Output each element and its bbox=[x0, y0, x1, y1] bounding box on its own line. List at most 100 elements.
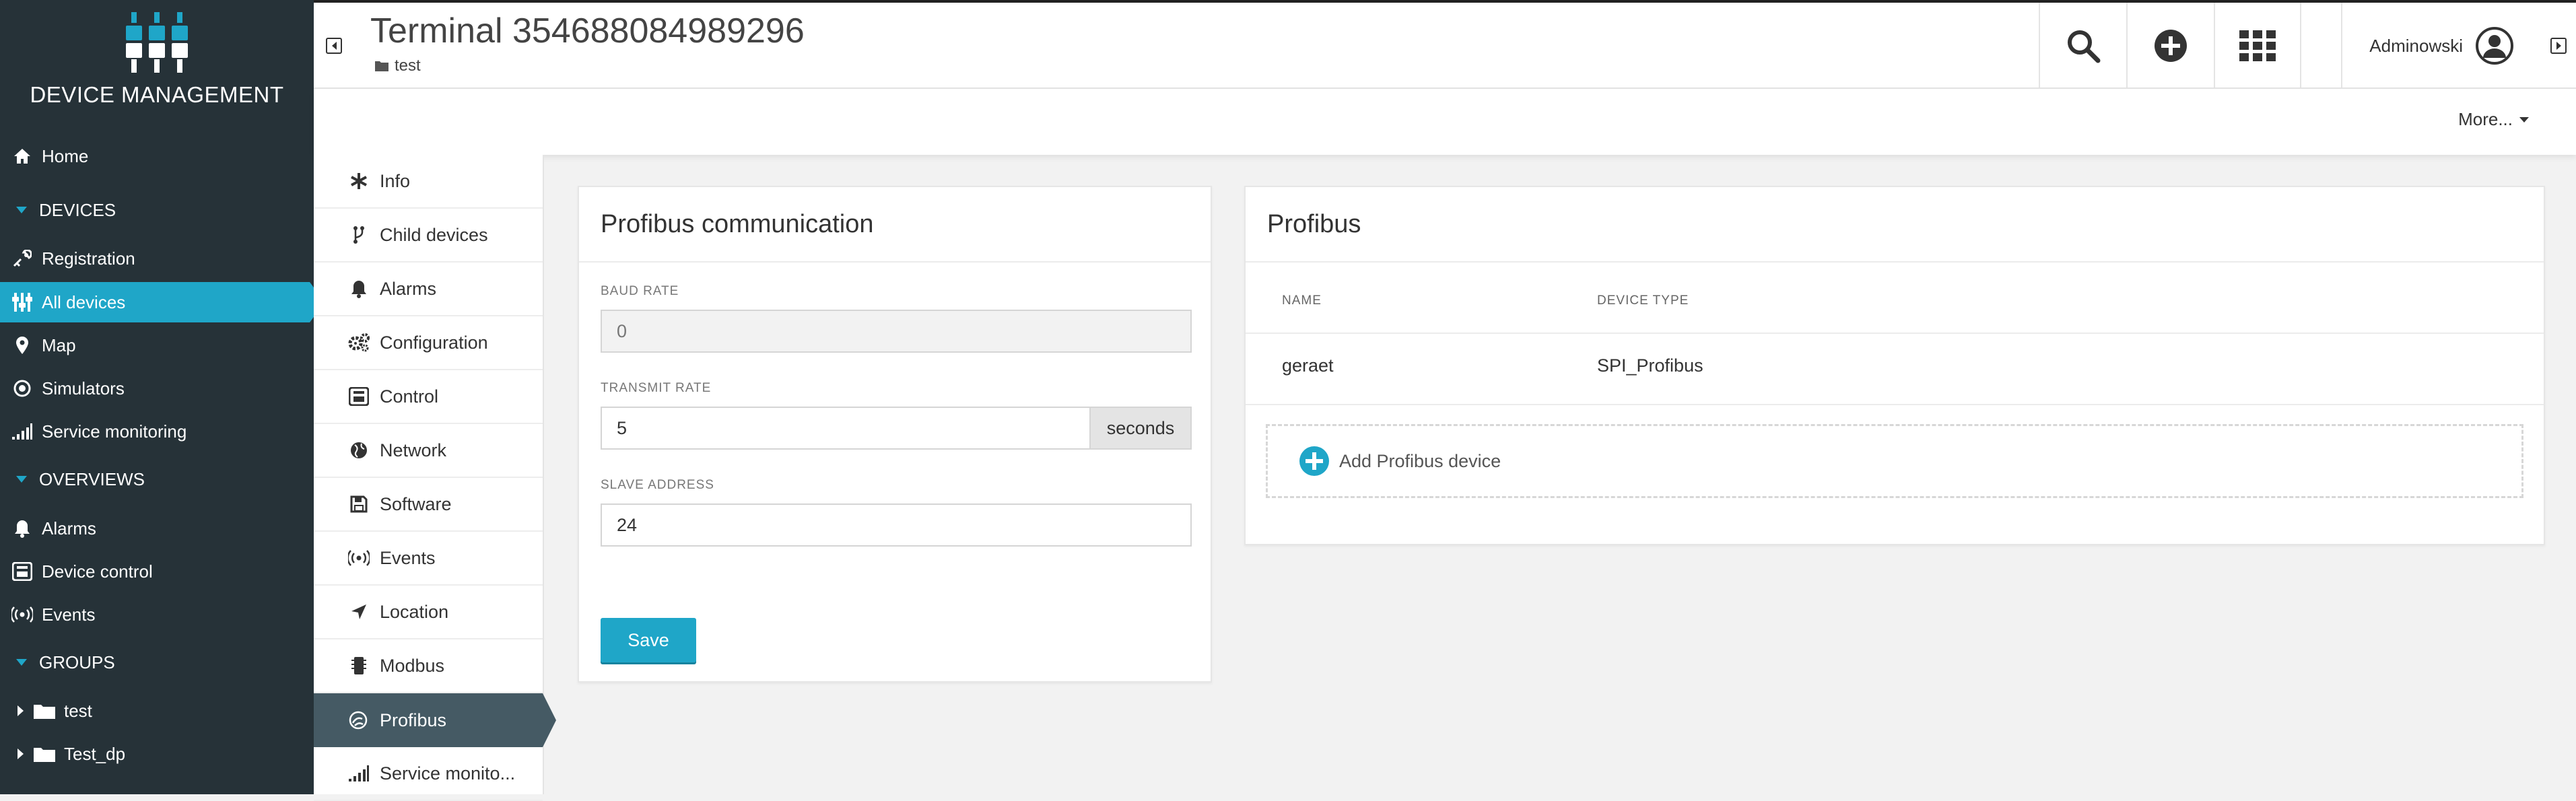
nav-home[interactable]: Home bbox=[0, 136, 310, 176]
card-title: Profibus communication bbox=[579, 187, 1211, 263]
add-button[interactable] bbox=[2126, 3, 2214, 89]
nav-map-label: Map bbox=[42, 335, 76, 355]
bell-icon bbox=[347, 277, 370, 300]
simulators-icon bbox=[11, 377, 34, 400]
tab-label: Profibus bbox=[380, 709, 447, 730]
nav-simulators[interactable]: Simulators bbox=[0, 368, 310, 409]
add-profibus-device-button[interactable]: Add Profibus device bbox=[1266, 424, 2523, 498]
nav-device-control[interactable]: Device control bbox=[0, 551, 310, 592]
map-pin-icon bbox=[11, 334, 34, 357]
tab-location[interactable]: Location bbox=[314, 586, 543, 639]
app-switcher-button[interactable] bbox=[2214, 3, 2301, 89]
tab-configuration[interactable]: Configuration bbox=[314, 316, 543, 370]
nav-section-groups[interactable]: GROUPS bbox=[0, 642, 310, 683]
profibus-icon bbox=[347, 709, 370, 732]
plus-circle-icon bbox=[2154, 29, 2188, 63]
nav-home-label: Home bbox=[42, 145, 89, 166]
grid-icon bbox=[2239, 30, 2276, 61]
tab-alarms[interactable]: Alarms bbox=[314, 263, 543, 316]
asterisk-icon bbox=[347, 170, 370, 193]
branch-icon bbox=[347, 223, 370, 246]
signal-bars-icon bbox=[11, 420, 34, 443]
nav-all-devices-label: All devices bbox=[42, 291, 126, 312]
device-control-icon bbox=[347, 385, 370, 408]
nav-map[interactable]: Map bbox=[0, 325, 310, 365]
tab-label: Configuration bbox=[380, 332, 488, 353]
group-item-test[interactable]: test bbox=[0, 691, 310, 731]
tab-network[interactable]: Network bbox=[314, 424, 543, 478]
tab-label: Modbus bbox=[380, 655, 445, 676]
device-control-icon bbox=[11, 560, 34, 583]
nav-section-groups-label: GROUPS bbox=[39, 652, 115, 672]
nav-simulators-label: Simulators bbox=[42, 378, 125, 398]
folder-icon bbox=[33, 745, 56, 763]
tab-label: Child devices bbox=[380, 224, 488, 245]
tab-label: Alarms bbox=[380, 278, 437, 299]
nav-registration[interactable]: Registration bbox=[0, 238, 310, 279]
globe-icon bbox=[347, 439, 370, 462]
folder-icon bbox=[374, 60, 389, 72]
nav-section-overviews[interactable]: OVERVIEWS bbox=[0, 459, 310, 499]
tab-label: Events bbox=[380, 547, 436, 568]
nav-section-devices[interactable]: DEVICES bbox=[0, 190, 310, 230]
nav-alarms[interactable]: Alarms bbox=[0, 508, 310, 549]
nav-events[interactable]: Events bbox=[0, 594, 310, 635]
user-menu[interactable]: Adminowski bbox=[2341, 3, 2514, 89]
device-type-cell: SPI_Profibus bbox=[1597, 355, 1703, 376]
collapse-right-panel-icon[interactable] bbox=[2550, 38, 2567, 54]
tab-label: Info bbox=[380, 170, 411, 191]
chip-icon bbox=[347, 654, 370, 677]
caret-down-icon bbox=[2519, 116, 2529, 123]
tab-events[interactable]: Events bbox=[314, 532, 543, 586]
tab-label: Control bbox=[380, 386, 439, 407]
tab-label: Software bbox=[380, 493, 452, 514]
user-avatar-icon bbox=[2475, 26, 2514, 65]
group-item-test-dp[interactable]: Test_dp bbox=[0, 734, 310, 774]
tab-service-monitoring[interactable]: Service monito... bbox=[314, 747, 543, 801]
location-arrow-icon bbox=[347, 600, 370, 623]
registration-icon bbox=[11, 247, 34, 270]
profibus-devices-card: Profibus NAME DEVICE TYPE geraet SPI_Pro… bbox=[1244, 186, 2545, 545]
save-button[interactable]: Save bbox=[601, 618, 696, 662]
divider bbox=[1246, 333, 2544, 334]
transmit-rate-unit: seconds bbox=[1089, 407, 1192, 450]
page-title: Terminal 354688084989296 bbox=[370, 11, 805, 50]
nav-section-devices-label: DEVICES bbox=[39, 199, 116, 220]
tab-profibus[interactable]: Profibus bbox=[314, 693, 556, 747]
floppy-disk-icon bbox=[347, 493, 370, 516]
tab-info[interactable]: Info bbox=[314, 155, 543, 209]
brand[interactable]: DEVICE MANAGEMENT bbox=[0, 0, 314, 136]
caret-right-icon bbox=[18, 705, 24, 716]
more-dropdown[interactable]: More... bbox=[2458, 109, 2529, 130]
device-tabs: Info Child devices Alarms Configuration … bbox=[314, 155, 556, 801]
breadcrumb[interactable]: test bbox=[374, 57, 421, 75]
nav-registration-label: Registration bbox=[42, 248, 135, 269]
search-icon bbox=[2066, 28, 2101, 63]
caret-down-icon bbox=[16, 659, 27, 666]
baud-rate-field[interactable]: 0 bbox=[601, 310, 1192, 353]
search-button[interactable] bbox=[2039, 3, 2126, 89]
tab-modbus[interactable]: Modbus bbox=[314, 639, 543, 693]
slave-address-field[interactable]: 24 bbox=[601, 503, 1192, 547]
tab-label: Service monito... bbox=[380, 763, 516, 783]
slave-address-label: SLAVE ADDRESS bbox=[601, 478, 714, 492]
tab-software[interactable]: Software bbox=[314, 478, 543, 532]
group-item-label: Test_dp bbox=[64, 743, 126, 764]
transmit-rate-field[interactable]: 5 bbox=[601, 407, 1091, 450]
collapse-sidebar-icon[interactable] bbox=[326, 38, 342, 54]
main-sidebar: DEVICE MANAGEMENT Home DEVICES Registrat… bbox=[0, 0, 325, 794]
home-icon bbox=[11, 145, 34, 168]
nav-all-devices[interactable]: All devices bbox=[0, 282, 325, 322]
group-item-label: test bbox=[64, 700, 92, 721]
tab-label: Location bbox=[380, 601, 449, 622]
nav-device-control-label: Device control bbox=[42, 561, 153, 582]
broadcast-icon bbox=[347, 547, 370, 569]
column-header-name: NAME bbox=[1282, 293, 1322, 308]
nav-service-monitoring[interactable]: Service monitoring bbox=[0, 411, 310, 452]
baud-rate-label: BAUD RATE bbox=[601, 284, 679, 298]
tab-child-devices[interactable]: Child devices bbox=[314, 209, 543, 263]
top-header: Terminal 354688084989296 test Adminowski bbox=[314, 0, 2576, 89]
device-name-cell[interactable]: geraet bbox=[1282, 355, 1334, 376]
nav-section-overviews-label: OVERVIEWS bbox=[39, 468, 145, 489]
tab-control[interactable]: Control bbox=[314, 370, 543, 424]
